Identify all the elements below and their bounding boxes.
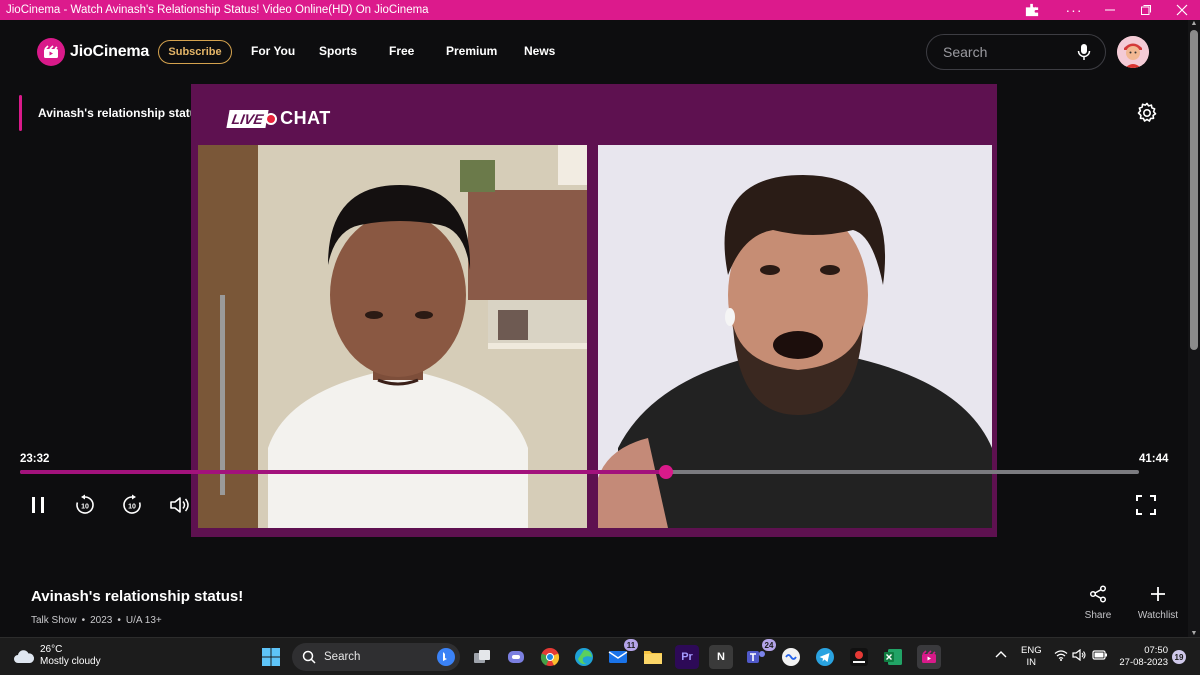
- mail-icon[interactable]: 11: [606, 639, 638, 669]
- close-button[interactable]: [1164, 0, 1200, 20]
- speaker-icon[interactable]: [1072, 648, 1086, 665]
- nav-free[interactable]: Free: [389, 44, 414, 58]
- notification-badge[interactable]: 19: [1172, 650, 1186, 664]
- microphone-icon[interactable]: [1069, 37, 1099, 67]
- taskbar-search-placeholder: Search: [324, 651, 361, 663]
- progress-handle[interactable]: [658, 465, 673, 479]
- skip-forward-button[interactable]: 10: [119, 492, 145, 518]
- clock[interactable]: 07:50 27-08-2023: [1116, 645, 1168, 669]
- remaining-time: 41:44: [1139, 453, 1169, 465]
- scroll-up-icon[interactable]: ▲: [1188, 20, 1200, 27]
- window-title: JioCinema - Watch Avinash's Relationship…: [6, 4, 429, 16]
- minimize-button[interactable]: [1092, 0, 1128, 20]
- premiere-pro-icon[interactable]: Pr: [675, 645, 699, 669]
- search-icon: [302, 650, 316, 664]
- progress-fill: [20, 470, 666, 474]
- skip-back-button[interactable]: 10: [72, 492, 98, 518]
- nav-premium[interactable]: Premium: [446, 44, 497, 58]
- language-indicator[interactable]: ENG IN: [1021, 645, 1042, 669]
- windows-taskbar: 26°C Mostly cloudy Search 11 Pr N 24 ENG…: [0, 637, 1200, 675]
- excel-icon[interactable]: [881, 645, 905, 669]
- elapsed-time: 23:32: [20, 453, 50, 465]
- weather-widget[interactable]: 26°C Mostly cloudy: [13, 644, 101, 668]
- chrome-icon[interactable]: [538, 645, 562, 669]
- windows-start-icon[interactable]: [259, 645, 283, 669]
- show-rating: U/A 13+: [125, 615, 162, 626]
- app-loop-icon[interactable]: [779, 645, 803, 669]
- teams-icon[interactable]: 24: [744, 639, 776, 669]
- episode-label: Avinash's relationship status!: [38, 106, 208, 120]
- share-label: Share: [1084, 610, 1112, 621]
- avatar[interactable]: [1117, 36, 1149, 68]
- teams-badge: 24: [762, 639, 776, 651]
- edge-icon[interactable]: [572, 645, 596, 669]
- bing-icon: [437, 648, 455, 666]
- teams-chat-icon[interactable]: [504, 645, 528, 669]
- extensions-icon[interactable]: [1014, 0, 1050, 20]
- notion-icon[interactable]: N: [709, 645, 733, 669]
- meta-separator: •: [81, 615, 86, 626]
- weather-condition: Mostly cloudy: [40, 656, 101, 667]
- nav-for-you[interactable]: For You: [251, 44, 295, 58]
- jiocinema-taskbar-icon[interactable]: [917, 645, 941, 669]
- episode-indicator: [19, 95, 22, 131]
- nav-news[interactable]: News: [524, 44, 555, 58]
- task-view-icon[interactable]: [470, 645, 494, 669]
- jiocinema-logo[interactable]: JioCinema: [37, 38, 149, 66]
- battery-icon[interactable]: [1092, 649, 1108, 665]
- subscribe-button[interactable]: Subscribe: [158, 40, 232, 64]
- clock-date: 27-08-2023: [1119, 657, 1168, 668]
- gear-icon[interactable]: [1135, 101, 1159, 125]
- scrollbar-thumb[interactable]: [1190, 30, 1198, 350]
- live-chat-logo: LIVE CHAT: [226, 108, 331, 129]
- plus-icon: [1151, 587, 1165, 601]
- pause-button[interactable]: [25, 492, 51, 518]
- nav-sports[interactable]: Sports: [319, 44, 357, 58]
- fullscreen-icon: [1136, 495, 1156, 515]
- progress-bar[interactable]: [20, 465, 1139, 479]
- search-input[interactable]: Search: [926, 34, 1106, 70]
- skip-forward-label: 10: [128, 504, 136, 511]
- share-icon: [1089, 585, 1107, 603]
- file-explorer-icon[interactable]: [641, 645, 665, 669]
- mail-badge: 11: [624, 639, 638, 651]
- window-title-bar: JioCinema - Watch Avinash's Relationship…: [0, 0, 1200, 20]
- jiocinema-logo-icon: [37, 38, 65, 66]
- more-options-icon[interactable]: ···: [1056, 0, 1092, 20]
- live-label: LIVE: [226, 109, 269, 128]
- chat-label: CHAT: [280, 108, 331, 128]
- clock-time: 07:50: [1144, 645, 1168, 656]
- meta-separator: •: [117, 615, 121, 626]
- page-scrollbar[interactable]: ▲ ▼: [1188, 20, 1200, 637]
- show-genre: Talk Show: [31, 615, 77, 626]
- share-button[interactable]: Share: [1068, 585, 1128, 621]
- scroll-down-icon[interactable]: ▼: [1188, 630, 1200, 637]
- cloud-icon: [14, 650, 35, 663]
- watchlist-button[interactable]: Watchlist: [1128, 585, 1188, 621]
- fullscreen-button[interactable]: [1133, 492, 1159, 518]
- telegram-icon[interactable]: [813, 645, 837, 669]
- show-year: 2023: [90, 615, 113, 626]
- chevron-up-icon[interactable]: [995, 650, 1007, 662]
- restore-button[interactable]: [1128, 0, 1164, 20]
- brand-name: JioCinema: [70, 43, 150, 60]
- watchlist-label: Watchlist: [1137, 610, 1179, 621]
- wifi-icon[interactable]: [1054, 649, 1068, 665]
- forward-10-icon: 10: [123, 494, 141, 514]
- temperature: 26°C: [40, 644, 63, 655]
- volume-icon: [170, 497, 189, 513]
- language-top: ENG: [1021, 645, 1042, 656]
- top-navigation: JioCinema Subscribe For You Sports Free …: [0, 20, 1200, 84]
- language-bottom: IN: [1026, 657, 1037, 668]
- show-title: Avinash's relationship status!: [31, 588, 244, 605]
- search-placeholder: Search: [943, 44, 988, 60]
- show-meta: Talk Show • 2023 • U/A 13+: [31, 615, 162, 626]
- rewind-10-icon: 10: [76, 494, 94, 514]
- taskbar-search[interactable]: Search: [292, 643, 460, 671]
- volume-button[interactable]: [167, 492, 193, 518]
- skip-back-label: 10: [81, 504, 89, 511]
- game-app-icon[interactable]: [847, 645, 871, 669]
